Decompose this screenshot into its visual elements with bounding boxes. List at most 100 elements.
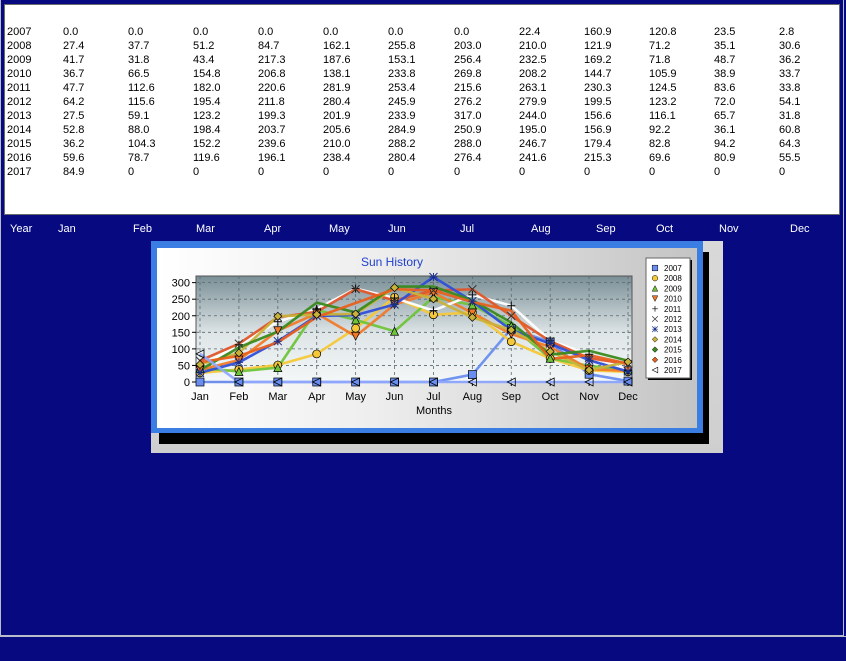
table-row: 2015 36.2 104.3 152.2 239.6 210.0 288.2 288.0 24… bbox=[5, 137, 839, 151]
data-point bbox=[312, 349, 322, 359]
value-cell: 198.4 bbox=[193, 124, 221, 136]
value-cell: 27.4 bbox=[63, 40, 85, 52]
value-cell: 253.4 bbox=[388, 82, 416, 94]
value-cell: 233.8 bbox=[388, 68, 416, 80]
value-cell: 288.2 bbox=[388, 138, 416, 150]
value-cell: 105.9 bbox=[649, 68, 677, 80]
value-cell: 199.5 bbox=[584, 96, 612, 108]
value-cell: 0.0 bbox=[454, 26, 470, 38]
value-cell: 36.2 bbox=[63, 138, 85, 150]
value-cell: 31.8 bbox=[128, 54, 150, 66]
value-cell: 239.6 bbox=[258, 138, 286, 150]
legend-label: 2015 bbox=[664, 346, 682, 355]
data-point bbox=[468, 296, 477, 306]
year-cell: 2014 bbox=[7, 124, 32, 136]
data-point bbox=[351, 377, 360, 387]
value-cell: 82.8 bbox=[649, 138, 671, 150]
header-month: Oct bbox=[656, 223, 674, 235]
header-month: May bbox=[329, 223, 350, 235]
value-cell: 276.4 bbox=[454, 152, 482, 164]
data-point bbox=[468, 370, 477, 379]
value-cell: 217.3 bbox=[258, 54, 286, 66]
x-tick-label: Aug bbox=[463, 391, 483, 403]
value-cell: 0.0 bbox=[63, 26, 79, 38]
value-cell: 210.0 bbox=[519, 40, 547, 52]
table-row: 2010 36.7 66.5 154.8 206.8 138.1 233.8 269.8 208… bbox=[5, 67, 839, 81]
value-cell: 43.4 bbox=[193, 54, 215, 66]
year-cell: 2012 bbox=[7, 96, 32, 108]
value-cell: 241.6 bbox=[519, 152, 547, 164]
data-point bbox=[390, 300, 399, 309]
value-cell: 0.0 bbox=[323, 26, 339, 38]
value-cell: 37.7 bbox=[128, 40, 150, 52]
value-cell: 220.6 bbox=[258, 82, 286, 94]
value-cell: 0 bbox=[649, 166, 656, 178]
value-cell: 208.2 bbox=[519, 68, 547, 80]
value-cell: 201.9 bbox=[323, 110, 351, 122]
y-tick-label: 50 bbox=[178, 360, 190, 372]
legend-label: 2014 bbox=[664, 335, 682, 344]
value-cell: 0 bbox=[128, 166, 135, 178]
table-row: 2011 47.7 112.6 182.0 220.6 281.9 253.4 215.6 26… bbox=[5, 81, 839, 95]
value-cell: 256.4 bbox=[454, 54, 482, 66]
data-point bbox=[195, 368, 205, 378]
x-tick-label: Jan bbox=[191, 391, 209, 403]
value-cell: 211.8 bbox=[258, 96, 285, 108]
value-cell: 36.7 bbox=[63, 68, 85, 80]
value-cell: 94.2 bbox=[714, 138, 736, 150]
value-cell: 317.0 bbox=[454, 110, 482, 122]
legend-marker bbox=[651, 275, 659, 282]
value-cell: 120.8 bbox=[649, 26, 677, 38]
value-cell: 36.1 bbox=[714, 124, 736, 136]
value-cell: 30.6 bbox=[779, 40, 801, 52]
value-cell: 33.8 bbox=[779, 82, 801, 94]
value-cell: 2.8 bbox=[779, 26, 795, 38]
value-cell: 160.9 bbox=[584, 26, 612, 38]
x-tick-label: Oct bbox=[542, 391, 559, 403]
year-cell: 2007 bbox=[7, 26, 32, 38]
chart-title: Sun History bbox=[361, 255, 423, 269]
value-cell: 121.9 bbox=[584, 40, 612, 52]
value-cell: 0.0 bbox=[193, 26, 209, 38]
year-cell: 2017 bbox=[7, 166, 32, 178]
value-cell: 23.5 bbox=[714, 26, 736, 38]
legend-label: 2011 bbox=[664, 305, 682, 314]
value-cell: 0 bbox=[519, 166, 526, 178]
value-cell: 215.3 bbox=[584, 152, 612, 164]
value-cell: 281.9 bbox=[323, 82, 351, 94]
value-cell: 66.5 bbox=[128, 68, 150, 80]
value-cell: 55.5 bbox=[779, 152, 801, 164]
value-cell: 119.6 bbox=[193, 152, 220, 164]
value-cell: 182.0 bbox=[193, 82, 221, 94]
table-row: 2008 27.4 37.7 51.2 84.7 162.1 255.8 203.0 210.0… bbox=[5, 39, 839, 53]
header-month: Jun bbox=[388, 223, 406, 235]
value-cell: 154.8 bbox=[193, 68, 221, 80]
value-cell: 255.8 bbox=[388, 40, 416, 52]
value-cell: 78.7 bbox=[128, 152, 150, 164]
value-cell: 123.2 bbox=[649, 96, 677, 108]
value-cell: 203.7 bbox=[258, 124, 286, 136]
x-tick-label: May bbox=[345, 391, 366, 403]
value-cell: 196.1 bbox=[258, 152, 286, 164]
y-tick-label: 100 bbox=[172, 344, 190, 356]
value-cell: 152.2 bbox=[193, 138, 221, 150]
value-cell: 250.9 bbox=[454, 124, 482, 136]
year-cell: 2009 bbox=[7, 54, 32, 66]
header-month: Mar bbox=[196, 223, 215, 235]
value-cell: 269.8 bbox=[454, 68, 482, 80]
y-tick-label: 250 bbox=[172, 294, 190, 306]
value-cell: 238.4 bbox=[323, 152, 351, 164]
data-point bbox=[390, 377, 399, 387]
header-year: Year bbox=[10, 223, 33, 235]
value-cell: 41.7 bbox=[63, 54, 85, 66]
legend-label: 2009 bbox=[664, 284, 682, 293]
legend-label: 2007 bbox=[664, 264, 682, 273]
value-cell: 27.5 bbox=[63, 110, 85, 122]
value-cell: 64.3 bbox=[779, 138, 801, 150]
value-cell: 156.6 bbox=[584, 110, 612, 122]
x-axis-label: Months bbox=[416, 405, 453, 417]
y-tick-label: 200 bbox=[172, 311, 190, 323]
x-tick-label: Jul bbox=[426, 391, 440, 403]
header-month: Sep bbox=[596, 223, 616, 235]
x-tick-label: Apr bbox=[308, 391, 325, 403]
